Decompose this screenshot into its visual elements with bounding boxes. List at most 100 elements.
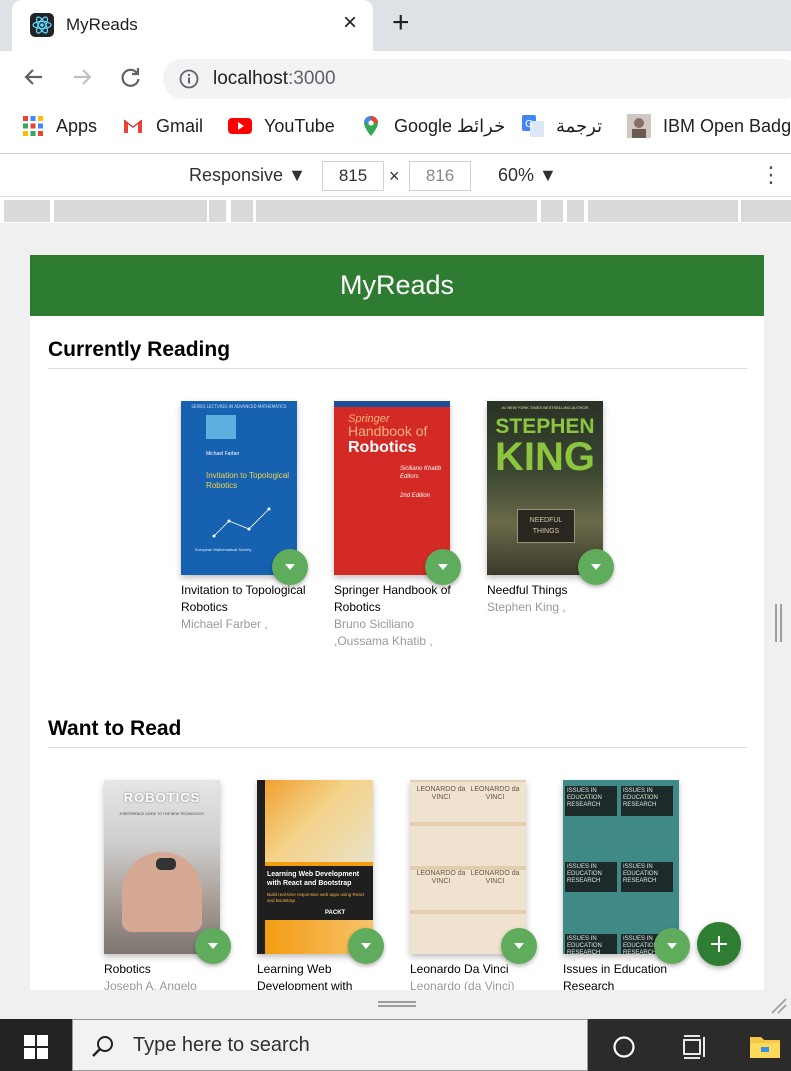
cover-subtitle: Build real-time responsive web apps usin… (267, 892, 365, 903)
media-query-segment[interactable] (209, 200, 226, 222)
youtube-icon (228, 115, 252, 137)
cover-edition: 2nd Edition (400, 493, 431, 499)
bookmark-maps[interactable]: Google خرائط (360, 114, 505, 138)
cover-title: LEONARDO da VINCI (416, 786, 466, 801)
info-icon[interactable] (179, 69, 199, 89)
cover-title-repeat: LEONARDO da VINCI (416, 870, 466, 885)
shelf-changer-button[interactable] (272, 549, 308, 585)
shelf-changer-button[interactable] (348, 928, 384, 964)
url-host: localhost (213, 68, 288, 89)
bookmark-label: IBM Open Badge (663, 115, 791, 136)
book-title: Springer Handbook of Robotics (334, 583, 451, 614)
book-cover[interactable]: Learning Web Development with React and … (257, 780, 373, 954)
cover-title: Learning Web Development with React and … (267, 871, 360, 887)
url-text: localhost:3000 (213, 68, 336, 90)
book-title: Learning Web Development with React and … (257, 962, 353, 990)
dropdown-arrow-icon: ▼ (539, 165, 557, 185)
bookmark-youtube[interactable]: YouTube (228, 114, 335, 138)
browser-tab[interactable]: MyReads × (12, 0, 373, 51)
translate-icon: G (522, 115, 544, 137)
cover-title: Invitation to Topological Robotics (206, 471, 290, 490)
apps-grid-icon (22, 115, 44, 137)
bookmark-ibm-open-badge[interactable]: IBM Open Badge (627, 114, 791, 138)
resize-corner-icon[interactable] (768, 995, 788, 1015)
media-query-bar (0, 199, 791, 223)
shelf-changer-button[interactable] (195, 928, 231, 964)
cover-title-repeat: ISSUES IN EDUCATION RESEARCH (565, 862, 617, 892)
book-cover[interactable]: #1 NEW YORK TIMES BESTSELLING AUTHOR STE… (487, 401, 603, 575)
search-icon (92, 1036, 113, 1057)
add-book-button[interactable] (697, 922, 741, 966)
file-explorer-icon[interactable] (749, 1033, 781, 1059)
new-tab-icon[interactable]: + (392, 8, 410, 38)
more-options-icon[interactable]: ⋮ (760, 164, 782, 186)
zoom-select[interactable]: 60% ▼ (498, 165, 557, 186)
cover-title-repeat: LEONARDO da VINCI (470, 786, 520, 801)
book-authors: Stephen King , (487, 600, 566, 614)
media-query-segment[interactable] (231, 200, 253, 222)
media-query-segment[interactable] (541, 200, 563, 222)
task-view-icon[interactable] (682, 1035, 708, 1059)
start-button[interactable] (0, 1019, 72, 1071)
bookmark-label: ترجمة (556, 115, 603, 136)
search-placeholder: Type here to search (133, 1034, 310, 1056)
gmail-icon (122, 115, 144, 137)
shelf-changer-button[interactable] (501, 928, 537, 964)
book-authors: Joseph A. Angelo (104, 979, 197, 990)
browser-toolbar: localhost:3000 (0, 51, 791, 105)
reload-icon[interactable] (116, 63, 144, 91)
book-title: Robotics (104, 962, 151, 976)
media-query-segment[interactable] (567, 200, 584, 222)
bookmark-label: Apps (56, 115, 98, 136)
shelf-changer-button[interactable] (654, 928, 690, 964)
shelf-changer-button[interactable] (425, 549, 461, 585)
viewport-height-input[interactable]: 816 (409, 161, 471, 191)
media-query-segment[interactable] (741, 200, 791, 222)
media-query-segment[interactable] (256, 200, 537, 222)
book-cover[interactable]: LEONARDO da VINCI LEONARDO da VINCI LEON… (410, 780, 526, 954)
cover-title-repeat: ISSUES IN EDUCATION RESEARCH (621, 786, 673, 816)
media-query-segment[interactable] (4, 200, 50, 222)
book-authors: Michael Farber , (181, 617, 268, 631)
bookmark-label: YouTube (264, 115, 335, 136)
forward-arrow-icon[interactable] (68, 63, 96, 91)
windows-taskbar: Type here to search (0, 1019, 791, 1071)
back-arrow-icon[interactable] (20, 63, 48, 91)
viewport-width-input[interactable]: 815 (322, 161, 384, 191)
bookmarks-bar: Apps Gmail YouTube Google خرائط G ترجمة … (0, 105, 791, 150)
book-authors: Bruno Siciliano ,Oussama Khatib , (334, 617, 433, 648)
resize-handle-bottom[interactable] (378, 1001, 416, 1007)
bookmark-gmail[interactable]: Gmail (122, 114, 203, 138)
media-query-segment[interactable] (54, 200, 207, 222)
taskbar-search-box[interactable]: Type here to search (72, 1019, 588, 1071)
book-cover[interactable]: Springer Handbook of Robotics Siciliano … (334, 401, 450, 575)
device-mode-select[interactable]: Responsive ▼ (189, 165, 306, 186)
media-query-segment[interactable] (588, 200, 738, 222)
myreads-app: MyReads Currently Reading SERIES LECTURE… (30, 255, 764, 990)
cover-subtitle: A REFERENCE GUIDE TO THE NEW TECHNOLOGY (119, 812, 205, 816)
url-port: :3000 (288, 68, 336, 89)
cover-author: Michael Farber (206, 451, 240, 457)
address-bar[interactable]: localhost:3000 (163, 59, 791, 99)
book-cover[interactable]: ISSUES IN EDUCATION RESEARCH ISSUES IN E… (563, 780, 679, 954)
windows-logo-icon (24, 1035, 48, 1059)
book-cover[interactable]: SERIES LECTURES IN ADVANCED MATHEMATICS … (181, 401, 297, 575)
cover-title: Robotics (348, 439, 417, 456)
cover-title-repeat: ISSUES IN EDUCATION RESEARCH (565, 934, 617, 954)
cover-editors: Siciliano Khatib Editors (400, 466, 442, 480)
cover-publisher: PACKT (325, 910, 346, 916)
cover-title: ROBOTICS (123, 790, 201, 805)
dimension-separator: × (389, 166, 400, 186)
bookmark-label: Gmail (156, 115, 204, 136)
shelf-changer-button[interactable] (578, 549, 614, 585)
close-tab-icon[interactable]: × (343, 11, 357, 35)
bookmark-translate[interactable]: G ترجمة (522, 114, 602, 138)
dropdown-arrow-icon: ▼ (288, 165, 306, 185)
book-cover[interactable]: ROBOTICS A REFERENCE GUIDE TO THE NEW TE… (104, 780, 220, 954)
cover-title-repeat: ISSUES IN EDUCATION RESEARCH (621, 862, 673, 892)
bookmark-apps[interactable]: Apps (22, 114, 97, 138)
cortana-icon[interactable] (612, 1035, 636, 1059)
resize-handle-right[interactable] (775, 604, 782, 642)
device-mode-label: Responsive (189, 165, 284, 185)
shelf-title: Currently Reading (48, 338, 747, 369)
